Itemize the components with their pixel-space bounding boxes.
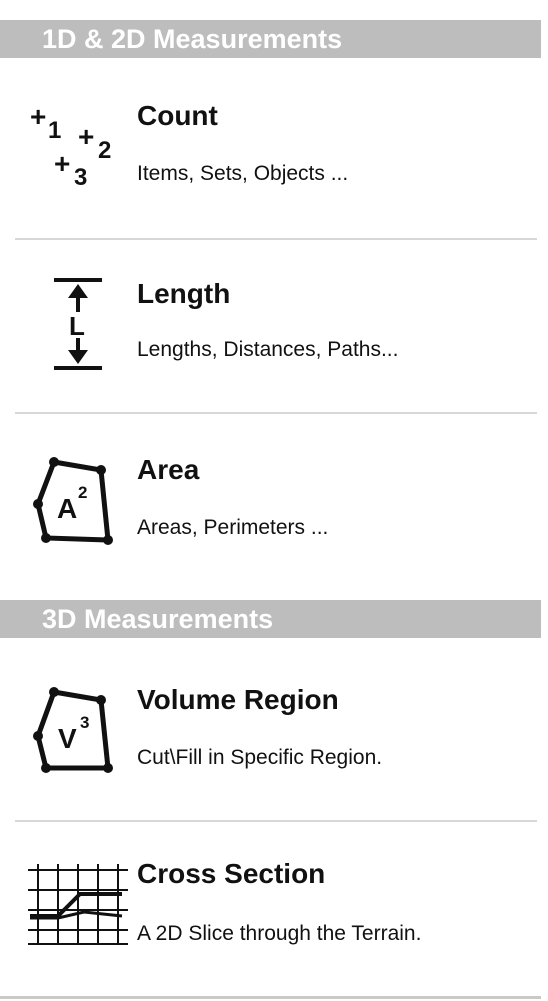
volume-region-item[interactable]: V 3 Volume Region Cut\Fill in Specific R… <box>0 646 541 816</box>
bottom-border <box>0 996 541 999</box>
count-icon-1: 1 <box>48 117 61 144</box>
volume-icon-label: V <box>58 723 77 754</box>
volume-region-desc: Cut\Fill in Specific Region. <box>137 746 383 769</box>
area-title: Area <box>137 454 200 485</box>
count-icon-2: 2 <box>98 137 111 164</box>
divider <box>15 820 537 822</box>
divider <box>15 238 537 240</box>
cross-section-desc: A 2D Slice through the Terrain. <box>137 922 422 945</box>
count-icon: + 1 + 2 + 3 <box>22 98 132 208</box>
area-desc: Areas, Perimeters ... <box>137 516 329 539</box>
section-title: 3D Measurements <box>42 604 274 634</box>
volume-region-title: Volume Region <box>137 684 339 715</box>
volume-icon-superscript: 3 <box>80 713 89 732</box>
count-item[interactable]: + 1 + 2 + 3 Count Items, Sets, Objects .… <box>0 68 541 238</box>
length-icon: L <box>22 272 132 382</box>
measurement-panel: 1D & 2D Measurements + 1 + 2 + 3 Count I… <box>0 0 548 1001</box>
svg-text:+: + <box>54 148 70 179</box>
length-icon-label: L <box>69 311 85 341</box>
count-desc: Items, Sets, Objects ... <box>137 162 349 185</box>
area-item[interactable]: A 2 Area Areas, Perimeters ... <box>0 416 541 586</box>
area-icon-label: A <box>57 493 77 524</box>
count-icon-3: 3 <box>74 164 87 188</box>
cross-section-title: Cross Section <box>137 858 326 889</box>
volume-region-icon: V 3 <box>22 686 132 796</box>
section-header-3d: 3D Measurements <box>0 600 541 638</box>
length-item[interactable]: L Length Lengths, Distances, Paths... <box>0 242 541 412</box>
area-icon: A 2 <box>22 456 132 566</box>
cross-section-item[interactable]: Cross Section A 2D Slice through the Ter… <box>0 824 541 994</box>
count-title: Count <box>137 100 218 131</box>
section-header-1d-2d: 1D & 2D Measurements <box>0 20 541 58</box>
area-icon-superscript: 2 <box>78 483 87 502</box>
divider <box>15 412 537 414</box>
section-title: 1D & 2D Measurements <box>42 24 343 54</box>
length-title: Length <box>137 278 231 309</box>
svg-text:+: + <box>78 121 94 152</box>
cross-section-icon <box>22 860 132 970</box>
length-desc: Lengths, Distances, Paths... <box>137 338 399 361</box>
svg-text:+: + <box>30 101 46 132</box>
